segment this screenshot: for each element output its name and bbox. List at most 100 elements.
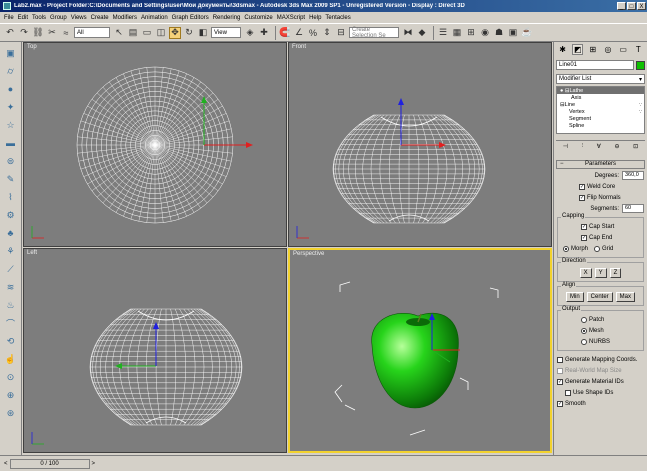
stack-item-spline[interactable]: Spline	[557, 122, 644, 129]
snap-icon[interactable]: 🧲	[279, 27, 291, 39]
undo-icon[interactable]: ↶	[4, 27, 16, 39]
align-min-button[interactable]: Min	[565, 292, 584, 302]
quick-render-icon[interactable]: ☕	[521, 27, 533, 39]
menu-graph-editors[interactable]: Graph Editors	[172, 15, 209, 21]
cap-end-checkbox[interactable]: ✓	[581, 234, 587, 241]
curve-editor-icon[interactable]: ▦	[451, 27, 463, 39]
align-icon[interactable]: ◆	[416, 27, 428, 39]
gen-material-checkbox[interactable]: ✓	[557, 378, 563, 385]
maximize-button[interactable]: □	[627, 2, 636, 10]
viewport-front[interactable]: Front	[288, 42, 552, 247]
real-world-row[interactable]: Real-World Map Size	[557, 366, 644, 375]
real-world-checkbox[interactable]	[557, 367, 563, 374]
display-tab-icon[interactable]: ▭	[618, 44, 629, 55]
cap-start-checkbox[interactable]: ✓	[581, 223, 587, 230]
viewport-perspective[interactable]: Perspective	[288, 248, 552, 453]
paint-icon[interactable]: ✎	[4, 172, 18, 186]
direction-x-button[interactable]: X	[579, 268, 592, 278]
mesh-row[interactable]: Mesh	[563, 326, 638, 335]
menu-animation[interactable]: Animation	[141, 15, 168, 21]
menu-maxscript[interactable]: MAXScript	[277, 15, 305, 21]
menu-customize[interactable]: Customize	[244, 15, 272, 21]
schematic-view-icon[interactable]: ⊞	[465, 27, 477, 39]
move-icon[interactable]: ✥	[169, 26, 181, 39]
stack-item-axis[interactable]: Axis	[557, 94, 644, 101]
weld-core-row[interactable]: ✓ Weld Core	[557, 182, 644, 191]
menu-views[interactable]: Views	[71, 15, 87, 21]
app-icon[interactable]	[3, 2, 11, 10]
named-selection-field[interactable]: Create Selection Se	[349, 27, 399, 39]
layers-icon[interactable]: ⊜	[4, 154, 18, 168]
minimize-button[interactable]: _	[617, 2, 626, 10]
hand-icon[interactable]: ☝	[4, 352, 18, 366]
stack-item-line[interactable]: ⊟ Line ∵	[557, 101, 644, 108]
nurbs-radio[interactable]	[581, 338, 587, 345]
camera-icon[interactable]: ▬	[4, 136, 18, 150]
parameters-rollout-header[interactable]: − Parameters	[556, 160, 645, 169]
cylinder-icon[interactable]: ⌭	[4, 64, 18, 78]
nurbs-row[interactable]: NURBS	[563, 337, 638, 346]
material-editor-icon[interactable]: ◉	[479, 27, 491, 39]
select-manipulate-icon[interactable]: ✚	[258, 27, 270, 39]
modify-tab-icon[interactable]: ◩	[572, 44, 584, 55]
prev-frame-icon[interactable]: <	[4, 461, 8, 467]
star-icon[interactable]: ☆	[4, 118, 18, 132]
smooth-row[interactable]: ✓ Smooth	[557, 399, 644, 408]
select-by-name-icon[interactable]: ▤	[127, 27, 139, 39]
zoom-icon[interactable]: ⊙	[4, 370, 18, 384]
menu-tentacles[interactable]: Tentacles	[325, 15, 350, 21]
cap-start-row[interactable]: ✓ Cap Start	[563, 222, 638, 231]
object-name-field[interactable]: Line01	[556, 60, 634, 70]
percent-snap-icon[interactable]: %	[307, 27, 319, 39]
remove-modifier-icon[interactable]: ⊖	[614, 143, 619, 152]
menu-tools[interactable]: Tools	[32, 15, 46, 21]
render-setup-icon[interactable]: ☗	[493, 27, 505, 39]
edit-named-selections-icon[interactable]: ⊟	[335, 27, 347, 39]
create-tab-icon[interactable]: ✱	[557, 44, 568, 55]
object-color-swatch[interactable]	[636, 60, 645, 70]
globe-icon[interactable]: ⊕	[4, 388, 18, 402]
close-button[interactable]: X	[637, 2, 646, 10]
flip-normals-checkbox[interactable]: ✓	[579, 194, 585, 201]
menu-edit[interactable]: Edit	[18, 15, 28, 21]
stack-item-vertex[interactable]: Vertex ∵	[557, 108, 644, 115]
menu-help[interactable]: Help	[309, 15, 321, 21]
unlink-icon[interactable]: ✂	[46, 27, 58, 39]
viewport-left[interactable]: Left	[23, 248, 287, 453]
bend-icon[interactable]: ⌒	[4, 316, 18, 330]
layer-manager-icon[interactable]: ☰	[437, 27, 449, 39]
next-frame-icon[interactable]: >	[92, 461, 96, 467]
tree-icon[interactable]: ♣	[4, 226, 18, 240]
time-slider[interactable]: 0 / 100	[9, 458, 90, 469]
teapot-icon[interactable]: ♨	[4, 298, 18, 312]
show-end-result-icon[interactable]: ⫶	[582, 143, 584, 152]
light-icon[interactable]: ✦	[4, 100, 18, 114]
modifier-stack[interactable]: ● ⊟ Lathe Axis ⊟ Line ∵ Vertex ∵ Segment S…	[556, 86, 645, 134]
bulb-icon[interactable]: ● ⊟	[560, 88, 569, 94]
gen-material-row[interactable]: ✓ Generate Material IDs	[557, 377, 644, 386]
modifier-list-dropdown[interactable]: Modifier List ▾	[556, 74, 645, 84]
menu-create[interactable]: Create	[91, 15, 109, 21]
weld-core-checkbox[interactable]: ✓	[579, 183, 585, 190]
direction-z-button[interactable]: Z	[609, 268, 622, 278]
patch-row[interactable]: Patch	[563, 315, 638, 324]
menu-rendering[interactable]: Rendering	[213, 15, 241, 21]
spinner-snap-icon[interactable]: ⇕	[321, 27, 333, 39]
make-unique-icon[interactable]: ∀	[597, 143, 601, 152]
segments-spinner[interactable]: 60	[622, 204, 644, 213]
wave-icon[interactable]: ≋	[4, 280, 18, 294]
reference-coord-dropdown[interactable]: View	[211, 27, 241, 38]
path-icon[interactable]: ⌇	[4, 190, 18, 204]
utilities-tab-icon[interactable]: T	[633, 44, 644, 55]
smooth-checkbox[interactable]: ✓	[557, 400, 563, 407]
viewport-label-top[interactable]: Top	[27, 44, 37, 50]
bind-spacewarp-icon[interactable]: ≈	[60, 27, 72, 39]
selection-filter-dropdown[interactable]: All	[74, 27, 110, 38]
gear-icon[interactable]: ⚙	[4, 208, 18, 222]
mesh-icon[interactable]: ⊛	[4, 406, 18, 420]
sphere-icon[interactable]: ●	[4, 82, 18, 96]
select-object-icon[interactable]: ↖	[113, 27, 125, 39]
viewport-label-left[interactable]: Left	[27, 250, 37, 256]
pivot-center-icon[interactable]: ◈	[244, 27, 256, 39]
menu-file[interactable]: File	[4, 15, 14, 21]
